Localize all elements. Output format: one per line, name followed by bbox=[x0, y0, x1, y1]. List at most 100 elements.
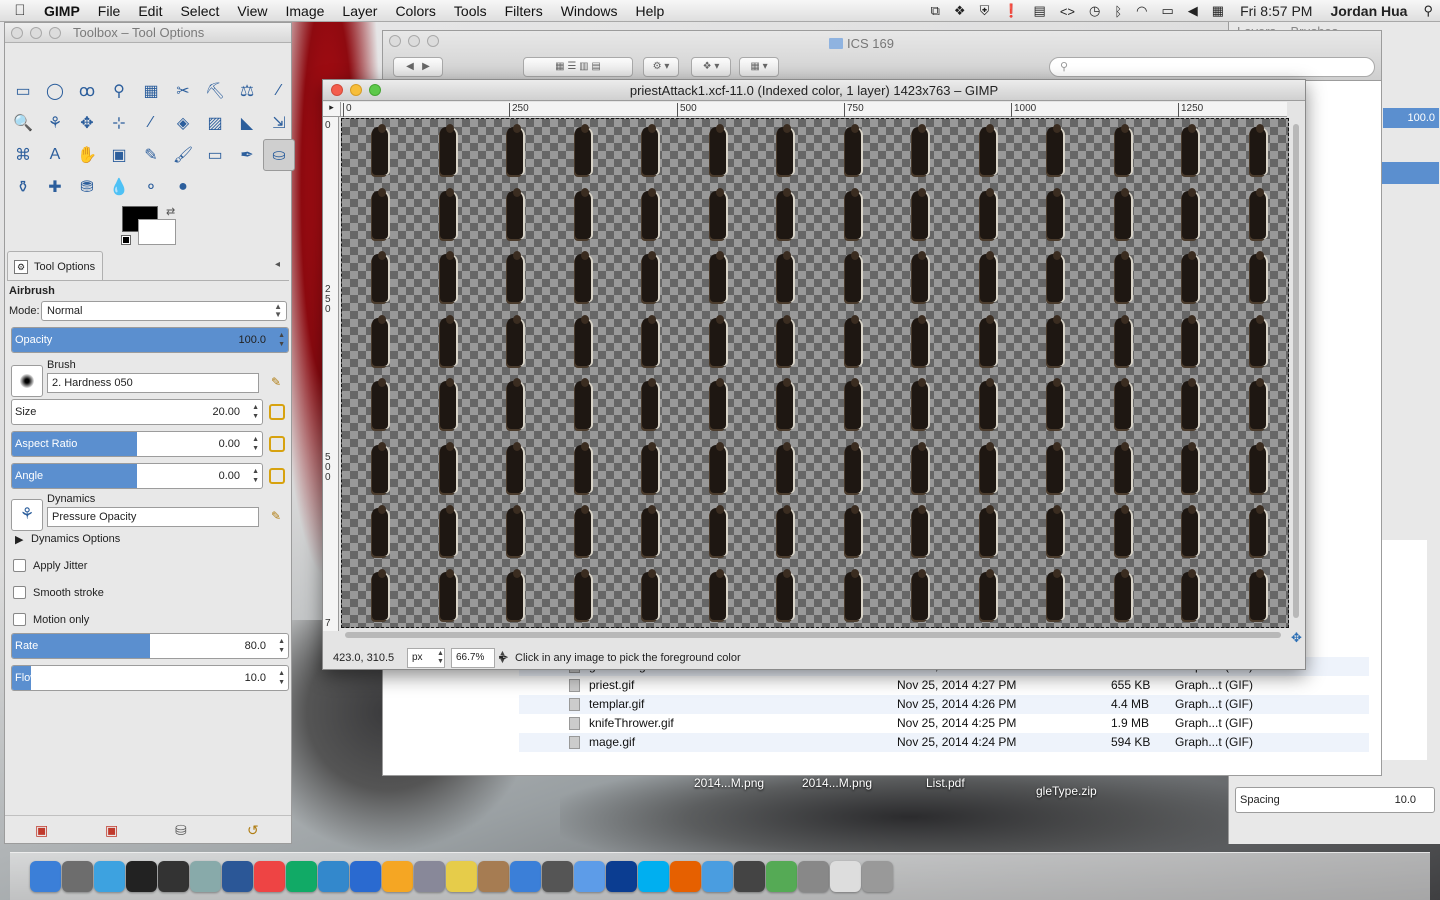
view-mode-buttons[interactable]: ▦ ☰ ▥ ▤ bbox=[523, 57, 633, 77]
tool-button[interactable]: A bbox=[39, 139, 71, 171]
spinner-icon[interactable]: ▲ ▼ bbox=[252, 467, 259, 485]
menu-gimp[interactable]: GIMP bbox=[40, 3, 89, 19]
tool-button[interactable]: 💧 bbox=[103, 171, 135, 203]
tool-button[interactable]: ✒ bbox=[231, 139, 263, 171]
tool-button[interactable]: ⌘ bbox=[7, 139, 39, 171]
menu-colors[interactable]: Colors bbox=[386, 3, 444, 19]
size-slider[interactable]: Size 20.00 ▲ ▼ bbox=[11, 399, 263, 425]
vertical-ruler[interactable]: 0 250 500 7 bbox=[323, 117, 339, 631]
arrange-button[interactable]: ▦ ▾ bbox=[739, 57, 779, 77]
bluetooth-icon[interactable]: ᛒ bbox=[1107, 4, 1129, 19]
menu-edit[interactable]: Edit bbox=[129, 3, 171, 19]
zoom-button[interactable] bbox=[49, 27, 61, 39]
desktop-file-2[interactable]: 2014...M.png bbox=[802, 776, 872, 790]
tool-button[interactable]: ⛀ bbox=[263, 139, 295, 171]
menu-windows[interactable]: Windows bbox=[552, 3, 627, 19]
dock-item-photoshop[interactable]: Photoshop bbox=[606, 861, 637, 892]
dock-item-itunes[interactable]: iTunes bbox=[510, 861, 541, 892]
tool-button[interactable]: ▭ bbox=[7, 75, 39, 107]
dock-item-prefs[interactable]: Prefs bbox=[62, 861, 93, 892]
dock-item-xcode[interactable]: Xcode bbox=[318, 861, 349, 892]
dock-item-outlook[interactable]: Outlook bbox=[350, 861, 381, 892]
dynamics-icon[interactable]: ⚘ bbox=[11, 499, 43, 531]
spinner-icon[interactable]: ▲ ▼ bbox=[437, 650, 444, 666]
dock-item-maya[interactable]: Maya bbox=[286, 861, 317, 892]
delete-options-icon[interactable]: ⛁ bbox=[175, 822, 187, 839]
image-canvas[interactable] bbox=[341, 118, 1289, 628]
tool-button[interactable]: ⚲ bbox=[103, 75, 135, 107]
finder-file-row[interactable]: mage.gif Nov 25, 2014 4:24 PM 594 KB Graph.… bbox=[519, 733, 1369, 752]
flow-slider[interactable]: Flow 10.0 ▲ ▼ bbox=[11, 665, 289, 691]
tool-button[interactable]: ⚘ bbox=[39, 107, 71, 139]
dock-item-messages[interactable]: Messages bbox=[702, 861, 733, 892]
dock-item-utorrent[interactable]: uTorrent bbox=[766, 861, 797, 892]
layer-opacity-field[interactable]: 100.0 bbox=[1383, 108, 1439, 128]
finder-search-input[interactable]: ⚲ bbox=[1049, 57, 1375, 77]
alert-icon[interactable]: ❗ bbox=[996, 3, 1026, 19]
dock-item-word[interactable]: Word bbox=[222, 861, 253, 892]
reset-angle-icon[interactable] bbox=[269, 468, 285, 484]
zoom-button[interactable] bbox=[427, 35, 439, 47]
dock-item-sc[interactable]: SC bbox=[734, 861, 765, 892]
memory-icon[interactable]: ▤ bbox=[1027, 3, 1053, 19]
finder-file-row[interactable]: knifeThrower.gif Nov 25, 2014 4:25 PM 1.9 … bbox=[519, 714, 1369, 733]
zoom-select[interactable]: 66.7% bbox=[451, 648, 495, 668]
spotlight-search-icon[interactable]: ⚲ bbox=[1416, 3, 1440, 19]
dock-item-contacts[interactable]: Contacts bbox=[478, 861, 509, 892]
tool-button[interactable]: ꝏ bbox=[71, 75, 103, 107]
menubar-user[interactable]: Jordan Hua bbox=[1321, 3, 1416, 19]
wifi-icon[interactable]: ◠ bbox=[1129, 3, 1154, 19]
action-gear-button[interactable]: ⚙ ▾ bbox=[643, 57, 679, 77]
dock-item-activity[interactable]: Activity bbox=[798, 861, 829, 892]
tool-button[interactable]: ⚬ bbox=[135, 171, 167, 203]
dock-item-preview[interactable]: Preview bbox=[190, 861, 221, 892]
flag-icon[interactable]: ▦ bbox=[1205, 3, 1231, 19]
brush-name-field[interactable]: 2. Hardness 050 bbox=[47, 373, 259, 393]
expander-arrow-icon[interactable]: ▶ bbox=[15, 533, 23, 546]
smooth-stroke-checkbox[interactable] bbox=[13, 586, 26, 599]
time-machine-icon[interactable]: ◷ bbox=[1082, 3, 1107, 19]
back-forward-buttons[interactable]: ◀ ▶ bbox=[393, 57, 443, 77]
tool-button[interactable]: ⁄ bbox=[135, 107, 167, 139]
dropbox-icon[interactable]: ❖ bbox=[947, 3, 973, 19]
menubar-clock[interactable]: Fri 8:57 PM bbox=[1231, 3, 1321, 19]
tool-button[interactable]: ▣ bbox=[103, 139, 135, 171]
dock-item-stickies[interactable]: Stickies bbox=[446, 861, 477, 892]
apple-menu-icon[interactable]:  bbox=[0, 2, 40, 19]
tool-button[interactable]: ⚱ bbox=[7, 171, 39, 203]
spinner-icon[interactable]: ▲ ▼ bbox=[252, 435, 259, 453]
mode-select[interactable]: Normal ▲ ▼ bbox=[41, 301, 287, 321]
tool-button[interactable]: ⛏ bbox=[199, 75, 231, 107]
volume-icon[interactable]: ◀ bbox=[1181, 3, 1205, 19]
spinner-icon[interactable]: ▲ ▼ bbox=[278, 331, 285, 349]
dock-item-skype[interactable]: Skype bbox=[638, 861, 669, 892]
zoom-button[interactable] bbox=[369, 84, 381, 96]
close-button[interactable] bbox=[11, 27, 23, 39]
selected-layer-row[interactable] bbox=[1379, 162, 1439, 184]
screen-share-icon[interactable]: ⧉ bbox=[924, 3, 947, 19]
tool-button[interactable]: ⇲ bbox=[263, 107, 295, 139]
motion-only-checkbox[interactable] bbox=[13, 613, 26, 626]
dock-item-chrome[interactable]: Chrome bbox=[254, 861, 285, 892]
finder-file-row[interactable]: templar.gif Nov 25, 2014 4:26 PM 4.4 MB Gra… bbox=[519, 695, 1369, 714]
navigate-icon[interactable]: ✥ bbox=[1291, 630, 1302, 646]
tool-button[interactable]: ▭ bbox=[199, 139, 231, 171]
edit-dynamics-icon[interactable]: ✎ bbox=[271, 509, 287, 525]
tool-button[interactable]: 🖌 bbox=[167, 139, 199, 171]
dock-item-photos[interactable]: Photos bbox=[414, 861, 445, 892]
menu-help[interactable]: Help bbox=[627, 3, 674, 19]
dock-item-trash[interactable]: Trash bbox=[862, 861, 893, 892]
menu-image[interactable]: Image bbox=[276, 3, 333, 19]
rate-slider[interactable]: Rate 80.0 ▲ ▼ bbox=[11, 633, 289, 659]
menu-file[interactable]: File bbox=[89, 3, 130, 19]
dock-item-finder[interactable]: Finder bbox=[30, 861, 61, 892]
angle-slider[interactable]: Angle 0.00 ▲ ▼ bbox=[11, 463, 263, 489]
horizontal-scrollbar[interactable] bbox=[341, 630, 1289, 640]
menu-tools[interactable]: Tools bbox=[445, 3, 496, 19]
tool-button[interactable]: ⚖ bbox=[231, 75, 263, 107]
desktop-file-3[interactable]: List.pdf bbox=[926, 776, 965, 790]
spinner-icon[interactable]: ▲ ▼ bbox=[252, 403, 259, 421]
tool-button[interactable]: ▨ bbox=[199, 107, 231, 139]
code-icon[interactable]: <> bbox=[1053, 4, 1082, 19]
background-color-swatch[interactable] bbox=[138, 219, 176, 245]
